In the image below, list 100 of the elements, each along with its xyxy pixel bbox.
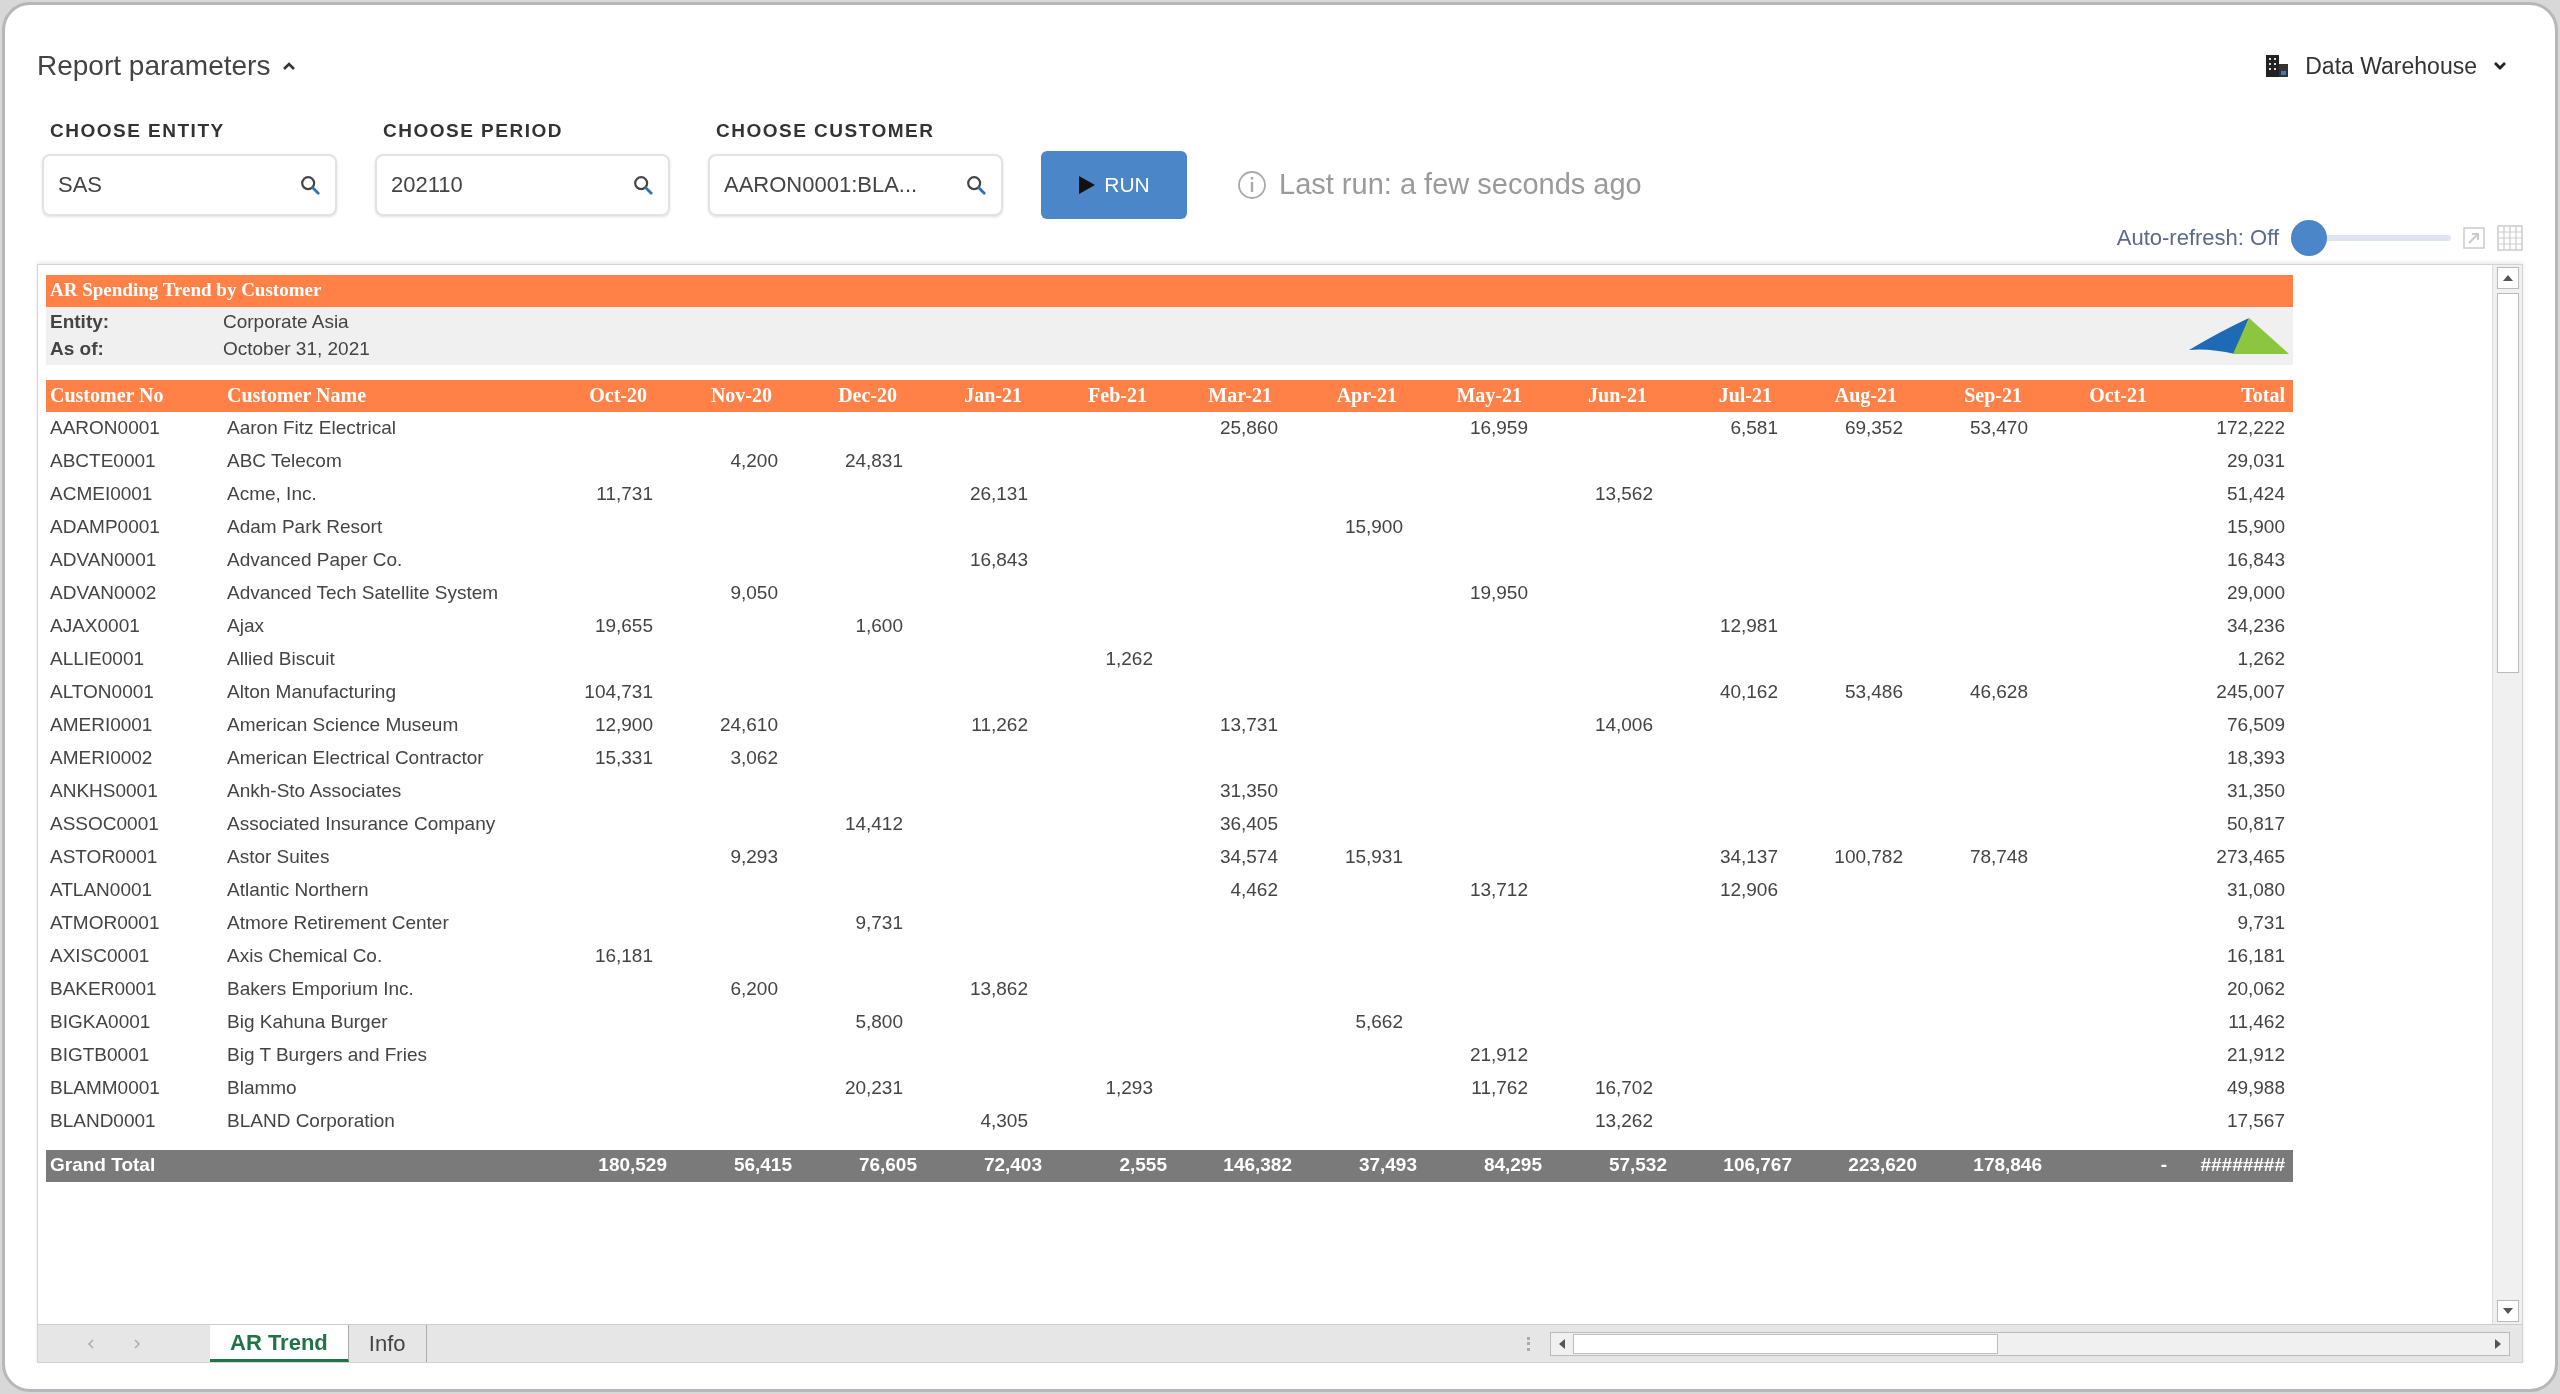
table-cell: 12,981 [1719, 614, 1778, 636]
column-header: Mar-21 [1208, 384, 1272, 407]
sheet-tab[interactable]: AR Trend [210, 1325, 349, 1362]
total-value: 57,532 [1608, 1154, 1667, 1176]
horizontal-scrollbar[interactable] [1550, 1331, 2510, 1356]
table-cell: 245,007 [2216, 680, 2285, 702]
table-cell: Big Kahuna Burger [227, 1010, 388, 1032]
table-cell: American Science Museum [227, 713, 459, 735]
table-cell: 20,062 [2226, 977, 2285, 999]
search-icon[interactable] [299, 173, 321, 196]
table-cell: 1,293 [1105, 1076, 1153, 1098]
table-cell: 16,843 [2226, 548, 2285, 570]
total-value: 72,403 [983, 1154, 1042, 1176]
table-cell: 4,305 [980, 1109, 1028, 1131]
table-cell: 6,200 [730, 977, 778, 999]
table-cell: Big T Burgers and Fries [227, 1043, 427, 1065]
table-cell: 5,800 [855, 1010, 903, 1032]
table-cell: 25,860 [1219, 416, 1278, 438]
data-source-dropdown[interactable]: Data Warehouse [2305, 48, 2507, 84]
table-cell: 40,162 [1719, 680, 1778, 702]
column-header: Sep-21 [1964, 384, 2022, 407]
table-cell: Astor Suites [227, 845, 330, 867]
vertical-scrollbar[interactable] [2492, 264, 2522, 1324]
table-cell: 3,062 [730, 746, 778, 768]
column-header: Jul-21 [1718, 384, 1772, 407]
table-cell: 15,900 [2226, 515, 2285, 537]
input-field[interactable]: 202110 [375, 153, 670, 216]
total-value: 76,605 [858, 1154, 917, 1176]
auto-refresh-label: Auto-refresh: Off [2116, 224, 2279, 252]
search-icon[interactable] [632, 173, 654, 196]
table-cell: 4,200 [730, 449, 778, 471]
table-cell: 34,137 [1719, 845, 1778, 867]
total-value: ######## [2200, 1154, 2285, 1176]
horizontal-scroll-thumb[interactable] [1573, 1333, 1998, 1354]
table-cell: 13,562 [1594, 482, 1653, 504]
total-value: 84,295 [1483, 1154, 1542, 1176]
total-value: 178,846 [1973, 1154, 2042, 1176]
table-cell: ADVAN0002 [50, 581, 157, 603]
table-cell: 16,702 [1594, 1076, 1653, 1098]
run-button[interactable]: RUN [1041, 150, 1187, 219]
total-value: 146,382 [1223, 1154, 1292, 1176]
table-cell: 11,731 [596, 482, 653, 504]
table-cell: 1,262 [2237, 647, 2285, 669]
column-header: Customer No [50, 384, 164, 407]
table-cell: BIGKA0001 [50, 1010, 151, 1032]
table-cell: BLAND Corporation [227, 1109, 395, 1131]
table-cell: 24,831 [844, 449, 903, 471]
scroll-thumb[interactable] [2496, 292, 2519, 673]
column-header: Total [2241, 384, 2285, 407]
table-cell: 13,262 [1594, 1109, 1653, 1131]
caret-icon[interactable] [282, 61, 297, 71]
table-cell: AMERI0001 [50, 713, 153, 735]
table-cell: Ajax [227, 614, 264, 636]
column-header: Jan-21 [964, 384, 1022, 407]
total-value: - [2160, 1154, 2167, 1176]
column-header: Oct-20 [589, 384, 647, 407]
table-cell: AXISC0001 [50, 944, 150, 966]
section-title[interactable]: Report parameters [37, 45, 271, 87]
table-cell: ATLAN0001 [50, 878, 153, 900]
table-cell: BLAMM0001 [50, 1076, 160, 1098]
table-cell: 36,405 [1219, 812, 1278, 834]
column-header: Feb-21 [1088, 384, 1147, 407]
table-cell: AARON0001 [50, 416, 160, 438]
table-cell: 16,843 [969, 548, 1028, 570]
table-cell: 26,131 [969, 482, 1028, 504]
table-cell: 19,655 [594, 614, 653, 636]
splitter-handle[interactable] [1527, 1336, 1530, 1351]
table-cell: 51,424 [2226, 482, 2285, 504]
table-cell: 46,628 [1969, 680, 2028, 702]
field-label: CHOOSE CUSTOMER [715, 119, 936, 143]
table-cell: American Electrical Contractor [227, 746, 484, 768]
table-cell: 1,262 [1105, 647, 1153, 669]
table-cell: 24,610 [719, 713, 778, 735]
search-icon[interactable] [965, 173, 987, 196]
total-value: 223,620 [1848, 1154, 1917, 1176]
input-field[interactable]: AARON0001:BLA... [708, 153, 1003, 216]
total-value: 106,767 [1723, 1154, 1792, 1176]
info-icon [1237, 169, 1267, 200]
last-run-text: Last run: a few seconds ago [1279, 166, 1642, 202]
scroll-down-icon[interactable] [2496, 1300, 2519, 1322]
table-cell: Alton Manufacturing [227, 680, 396, 702]
table-cell: 12,900 [594, 713, 653, 735]
input-field[interactable]: SAS [42, 153, 337, 216]
table-cell: ADVAN0001 [50, 548, 157, 570]
table-cell: 5,662 [1355, 1010, 1403, 1032]
scroll-up-icon[interactable] [2496, 266, 2519, 289]
sheet-tab[interactable]: Info [348, 1325, 427, 1362]
table-cell: 11,462 [2228, 1010, 2285, 1032]
table-cell: ALLIE0001 [50, 647, 145, 669]
table-cell: 12,906 [1719, 878, 1778, 900]
table-cell: 15,900 [1344, 515, 1403, 537]
column-header: Dec-20 [838, 384, 897, 407]
total-value: 56,415 [733, 1154, 792, 1176]
table-cell: 29,031 [2226, 449, 2285, 471]
table-cell: 50,817 [2226, 812, 2285, 834]
table-cell: AJAX0001 [50, 614, 140, 636]
table-cell: 172,222 [2216, 416, 2285, 438]
auto-refresh-toggle[interactable] [2291, 219, 2451, 256]
table-cell: 31,350 [1219, 779, 1278, 801]
info-label: Entity: [50, 309, 111, 334]
